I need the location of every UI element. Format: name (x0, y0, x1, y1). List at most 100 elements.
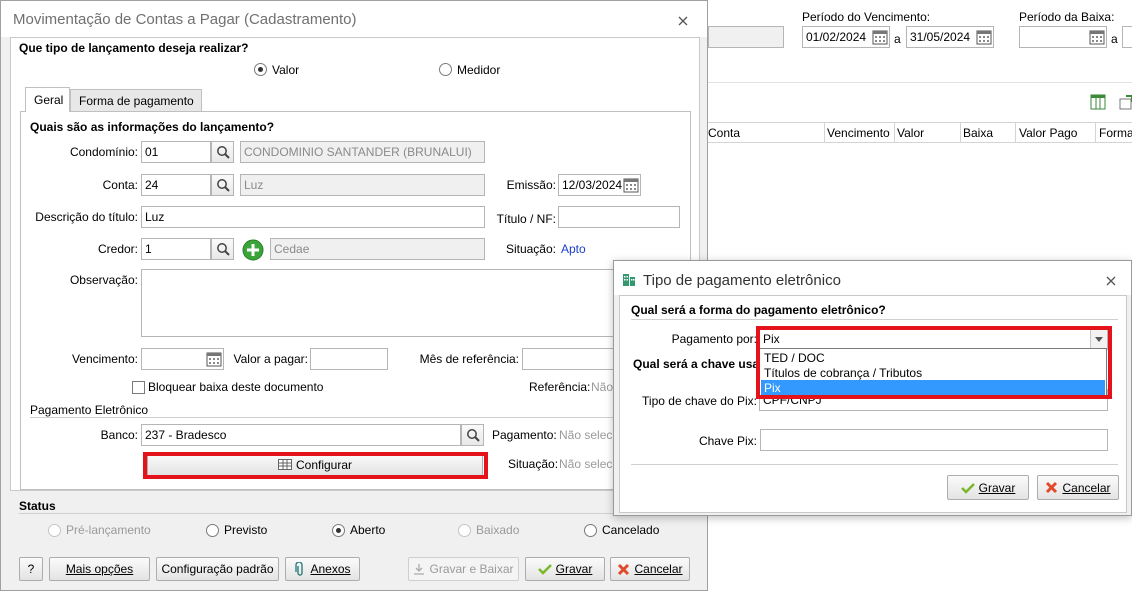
observacao-label: Observação: (69, 273, 138, 287)
add-icon[interactable] (242, 239, 264, 264)
gravar-baixar-button[interactable]: Gravar e Baixar (408, 557, 519, 581)
radio-medidor[interactable] (439, 63, 452, 76)
search-icon[interactable] (461, 424, 484, 446)
main-window-title: Movimentação de Contas a Pagar (Cadastra… (13, 11, 357, 28)
valor-pagar-field[interactable] (310, 348, 388, 370)
pag-eletronico-title: Pagamento Eletrônico (30, 403, 149, 417)
condominio-name-field: CONDOMINIO SANTANDER (BRUNALUI) (240, 141, 485, 163)
status-baixado: Baixado (476, 523, 520, 537)
status-previsto: Previsto (224, 523, 268, 537)
valor-pagar-label: Valor a pagar: (233, 352, 309, 366)
cancelar-button[interactable]: Cancelar (610, 557, 690, 581)
col-vencimento[interactable]: Vencimento (827, 126, 890, 140)
mais-opcoes-label: Mais opções (65, 562, 134, 576)
section-divider (30, 417, 616, 418)
download-icon (414, 564, 425, 575)
dialog-gravar-button[interactable]: Gravar (947, 475, 1029, 500)
credor-label: Credor: (97, 242, 138, 256)
banco-label: Banco: (100, 428, 138, 442)
check-icon (960, 482, 975, 494)
dialog-cancelar-button[interactable]: Cancelar (1037, 475, 1119, 500)
radio-pre-lancamento[interactable] (48, 524, 61, 537)
col-valor-pago[interactable]: Valor Pago (1019, 126, 1077, 140)
bloquear-label: Bloquear baixa deste documento (148, 380, 324, 394)
info-question: Quais são as informações do lançamento? (30, 120, 275, 134)
descricao-field[interactable]: Luz (141, 206, 485, 228)
help-button[interactable]: ? (19, 557, 43, 581)
cancelar-label: Cancelar (634, 562, 683, 576)
bloquear-checkbox[interactable] (132, 381, 145, 394)
close-icon[interactable] (1106, 275, 1116, 289)
chave-pix-field[interactable] (760, 429, 1108, 451)
dialog-divider (631, 319, 1118, 320)
situacao2-label: Situação: (508, 457, 559, 471)
col-sep (824, 123, 825, 143)
conta-name-field: Luz (240, 174, 485, 196)
payment-dialog: Tipo de pagamento eletrônico Qual será a… (613, 260, 1132, 516)
bg-divider (708, 82, 1132, 83)
calendar-icon[interactable] (871, 28, 889, 46)
dialog-gravar-label: Gravar (978, 480, 1016, 495)
status-cancelado: Cancelado (602, 523, 660, 537)
mais-opcoes-button[interactable]: Mais opções (49, 557, 150, 581)
tipo-question: Que tipo de lançamento deseja realizar? (19, 41, 249, 55)
search-icon[interactable] (211, 141, 234, 163)
descricao-label: Descrição do título: (35, 210, 138, 224)
radio-valor[interactable] (254, 63, 267, 76)
calendar-icon[interactable] (1088, 28, 1106, 46)
dialog-bottom-divider (631, 464, 1118, 465)
situacao2-value: Não selecionado (559, 457, 616, 471)
calendar-icon[interactable] (205, 350, 223, 368)
calendar-icon[interactable] (622, 176, 640, 194)
tab-geral[interactable]: Geral (25, 87, 70, 112)
conta-code-field[interactable]: 24 (141, 174, 211, 196)
banco-field[interactable]: 237 - Bradesco (141, 424, 461, 446)
observacao-field[interactable] (141, 269, 616, 337)
status-pre-lancamento: Pré-lançamento (66, 523, 151, 537)
export-icon[interactable] (1118, 94, 1132, 113)
credor-name-field: Cedae (270, 238, 485, 260)
main-titlebar: Movimentação de Contas a Pagar (Cadastra… (1, 1, 707, 37)
dialog-question1: Qual será a forma do pagamento eletrônic… (631, 303, 886, 317)
radio-baixado[interactable] (458, 524, 471, 537)
dialog-title: Tipo de pagamento eletrônico (643, 272, 841, 289)
tab-forma-pagamento[interactable]: Forma de pagamento (70, 89, 202, 112)
status-aberto: Aberto (350, 523, 386, 537)
search-icon[interactable] (211, 174, 234, 196)
tab-geral-label: Geral (34, 93, 64, 107)
emissao-label: Emissão: (506, 178, 556, 192)
col-forma[interactable]: Forma (1099, 126, 1132, 140)
gravar-baixar-label: Gravar e Baixar (429, 562, 514, 576)
credor-code-field[interactable]: 1 (141, 238, 211, 260)
baixa-to-field[interactable] (1122, 26, 1132, 48)
radio-cancelado[interactable] (584, 524, 597, 537)
col-valor[interactable]: Valor (897, 126, 924, 140)
radio-valor-label: Valor (272, 63, 300, 77)
radio-medidor-label: Medidor (457, 63, 501, 77)
search-icon[interactable] (211, 238, 234, 260)
building-icon (621, 271, 637, 290)
pagamento-value: Não selecionado (559, 428, 616, 442)
x-icon (618, 563, 630, 575)
anexos-button[interactable]: Anexos (285, 557, 360, 581)
columns-icon[interactable] (1090, 94, 1106, 113)
radio-previsto[interactable] (206, 524, 219, 537)
close-icon[interactable] (678, 15, 688, 29)
config-padrao-button[interactable]: Configuração padrão (156, 557, 279, 581)
col-baixa[interactable]: Baixa (963, 126, 993, 140)
x-icon (1046, 481, 1058, 494)
col-sep (894, 123, 895, 143)
bg-field-left[interactable] (708, 26, 784, 48)
calendar-icon[interactable] (975, 28, 993, 46)
mes-referencia-field[interactable] (522, 348, 616, 370)
radio-aberto[interactable] (332, 524, 345, 537)
condominio-code-field[interactable]: 01 (141, 141, 211, 163)
help-label: ? (27, 562, 35, 576)
chave-pix-label: Chave Pix: (698, 434, 757, 448)
col-conta[interactable]: Conta (708, 126, 740, 140)
gravar-button[interactable]: Gravar (525, 557, 605, 581)
col-sep (1095, 123, 1096, 143)
highlight-frame (756, 326, 1112, 399)
titulo-nf-field[interactable] (558, 206, 680, 228)
condominio-label: Condomínio: (69, 145, 138, 159)
